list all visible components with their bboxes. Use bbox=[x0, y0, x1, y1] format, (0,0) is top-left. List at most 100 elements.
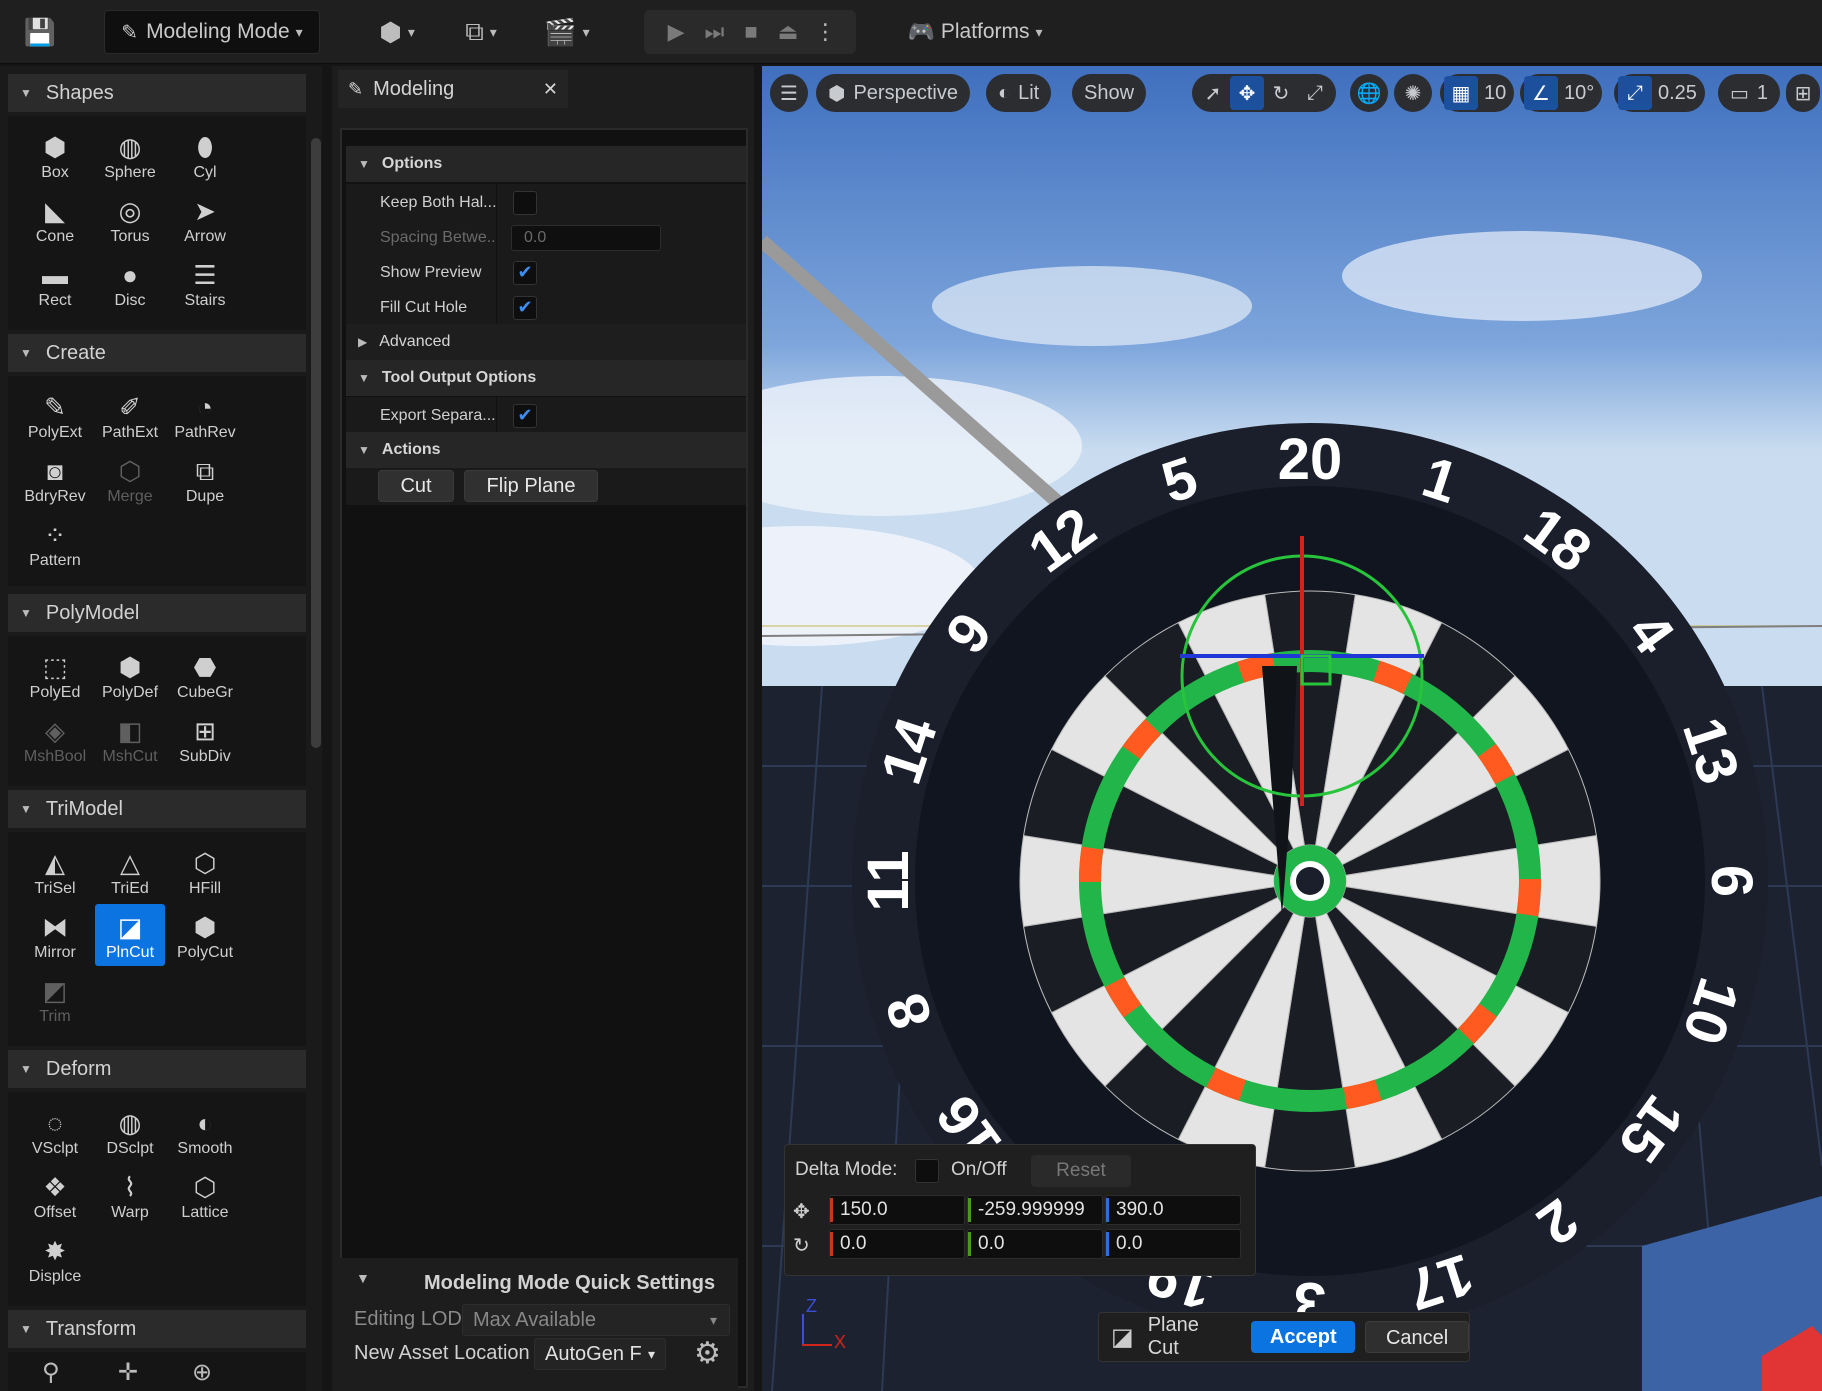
tool-trisel[interactable]: ◭ TriSel bbox=[20, 846, 90, 908]
tool-arrow[interactable]: ➤ Arrow bbox=[170, 194, 240, 256]
export-separate-checkbox[interactable]: ✔ bbox=[513, 403, 537, 428]
gear-icon[interactable]: ⚙ bbox=[694, 1336, 721, 1371]
cut-button[interactable]: Cut bbox=[378, 470, 454, 502]
tool-sphere[interactable]: ◍ Sphere bbox=[95, 130, 165, 192]
tool-pathrev[interactable]: ◔ PathRev bbox=[170, 390, 240, 452]
surface-snap-toggle[interactable]: ✺ bbox=[1394, 74, 1432, 112]
more-options-icon[interactable]: ⋮ bbox=[814, 19, 836, 45]
tool-disc[interactable]: ● Disc bbox=[95, 258, 165, 320]
tool-cubegr[interactable]: ⬣ CubeGr bbox=[170, 650, 240, 712]
stop-icon[interactable]: ■ bbox=[744, 19, 757, 45]
tool-rect[interactable]: ▬ Rect bbox=[20, 258, 90, 320]
collapse-icon[interactable]: ▼ bbox=[356, 1270, 370, 1286]
play-icon[interactable]: ▶ bbox=[668, 19, 685, 45]
rotate-x-field[interactable]: 0.0 bbox=[829, 1229, 965, 1259]
grid-snap-control[interactable]: ▦ 10 bbox=[1440, 74, 1515, 112]
category-polymodel[interactable]: ▼ PolyModel bbox=[8, 594, 306, 632]
rotate-snap-control[interactable]: ∠ 10° bbox=[1520, 74, 1603, 112]
tool-offset[interactable]: ❖ Offset bbox=[20, 1170, 90, 1232]
rotate-mode-icon[interactable]: ↻ bbox=[1264, 76, 1298, 110]
blueprint-button[interactable]: ⧉ ▾ bbox=[450, 10, 512, 54]
advance-frame-icon[interactable]: ⏭ bbox=[705, 19, 725, 45]
save-icon[interactable]: 💾 bbox=[18, 10, 62, 54]
scale-mode-icon[interactable]: ⤢ bbox=[1298, 76, 1332, 110]
section-actions[interactable]: ▼ Actions bbox=[346, 432, 746, 468]
transform-tool-icon[interactable]: ⊕ bbox=[192, 1358, 212, 1387]
eject-icon[interactable]: ⏏ bbox=[778, 19, 799, 45]
tool-lattice[interactable]: ⬡ Lattice bbox=[170, 1170, 240, 1232]
rotate-y-field[interactable]: 0.0 bbox=[967, 1229, 1103, 1259]
tool-smooth[interactable]: ◐ Smooth bbox=[170, 1106, 240, 1168]
close-icon[interactable]: ✕ bbox=[543, 79, 558, 100]
select-mode-icon[interactable]: ➚ bbox=[1196, 76, 1230, 110]
translate-x-field[interactable]: 150.0 bbox=[829, 1195, 965, 1225]
reset-button[interactable]: Reset bbox=[1031, 1155, 1131, 1187]
tool-label: PlnCut bbox=[105, 944, 155, 961]
delta-mode-checkbox[interactable] bbox=[915, 1159, 939, 1183]
mode-selector[interactable]: ✎ Modeling Mode ▾ bbox=[104, 10, 320, 54]
viewport-layout-button[interactable]: ⊞ bbox=[1786, 74, 1820, 112]
tool-polyed[interactable]: ⬚ PolyEd bbox=[20, 650, 90, 712]
translate-y-field[interactable]: -259.999999 bbox=[967, 1195, 1103, 1225]
tool-plncut[interactable]: ◪ PlnCut bbox=[95, 904, 165, 966]
tool-label: PolyExt bbox=[27, 424, 83, 441]
tool-bdryrev[interactable]: ◙ BdryRev bbox=[20, 454, 90, 516]
tool-tried[interactable]: △ TriEd bbox=[95, 846, 165, 908]
transform-tool-icon[interactable]: ✛ bbox=[118, 1358, 138, 1387]
rotate-z-field[interactable]: 0.0 bbox=[1105, 1229, 1241, 1259]
tool-box[interactable]: ⬢ Box bbox=[20, 130, 90, 192]
cinematics-button[interactable]: 🎬 ▾ bbox=[536, 10, 598, 54]
tool-polycut[interactable]: ⬢ PolyCut bbox=[170, 910, 240, 972]
tool-subdiv[interactable]: ⊞ SubDiv bbox=[170, 714, 240, 776]
tool-vsclpt[interactable]: ◌ VSclpt bbox=[20, 1106, 90, 1168]
tool-polydef[interactable]: ⬢ PolyDef bbox=[95, 650, 165, 712]
cloud bbox=[932, 266, 1252, 346]
tool-displace[interactable]: ✸ Displce bbox=[20, 1234, 90, 1296]
editing-lod-dropdown[interactable]: Max Available ▾ bbox=[462, 1304, 730, 1336]
spacing-between-field[interactable]: 0.0 bbox=[511, 224, 661, 251]
fill-cut-hole-checkbox[interactable]: ✔ bbox=[513, 295, 537, 320]
category-transform[interactable]: ▼ Transform bbox=[8, 1310, 306, 1348]
tool-warp[interactable]: ⌇ Warp bbox=[95, 1170, 165, 1232]
section-tool-output-options[interactable]: ▼ Tool Output Options bbox=[346, 360, 746, 396]
section-label: Options bbox=[381, 155, 443, 172]
tool-polyext[interactable]: ✎ PolyExt bbox=[20, 390, 90, 452]
lit-button[interactable]: ◐ Lit bbox=[986, 74, 1052, 112]
keep-both-halves-checkbox[interactable] bbox=[513, 190, 537, 215]
tool-pattern[interactable]: ⁘ Pattern bbox=[20, 518, 90, 580]
viewport-menu-button[interactable]: ☰ bbox=[770, 74, 808, 112]
property-label: Fill Cut Hole bbox=[380, 298, 468, 316]
tool-pathext[interactable]: ✐ PathExt bbox=[95, 390, 165, 452]
flip-plane-button[interactable]: Flip Plane bbox=[464, 470, 598, 502]
tool-dupe[interactable]: ⧉ Dupe bbox=[170, 454, 240, 516]
section-options[interactable]: ▼ Options bbox=[346, 146, 746, 182]
category-create[interactable]: ▼ Create bbox=[8, 334, 306, 372]
category-shapes[interactable]: ▼ Shapes bbox=[8, 74, 306, 112]
tool-cone[interactable]: ◣ Cone bbox=[20, 194, 90, 256]
tool-cyl[interactable]: ⬮ Cyl bbox=[170, 130, 240, 192]
tool-stairs[interactable]: ☰ Stairs bbox=[170, 258, 240, 320]
transform-tool-icon[interactable]: ⚲ bbox=[42, 1358, 60, 1387]
world-local-toggle[interactable]: 🌐 bbox=[1350, 74, 1388, 112]
category-deform[interactable]: ▼ Deform bbox=[8, 1050, 306, 1088]
tool-hfill[interactable]: ⬡ HFill bbox=[170, 846, 240, 908]
show-preview-checkbox[interactable]: ✔ bbox=[513, 260, 537, 285]
perspective-button[interactable]: ⬢ Perspective bbox=[816, 74, 970, 112]
section-advanced[interactable]: ▶ Advanced bbox=[346, 324, 746, 360]
tool-dsclpt[interactable]: ◍ DSclpt bbox=[95, 1106, 165, 1168]
palette-scrollbar[interactable] bbox=[311, 138, 321, 748]
platforms-button[interactable]: 🎮 Platforms ▾ bbox=[900, 10, 1050, 54]
accept-button[interactable]: Accept bbox=[1251, 1321, 1356, 1353]
translate-z-field[interactable]: 390.0 bbox=[1105, 1195, 1241, 1225]
show-button[interactable]: Show bbox=[1072, 74, 1147, 112]
translate-mode-icon[interactable]: ✥ bbox=[1230, 76, 1264, 110]
scale-snap-control[interactable]: ⤢ 0.25 bbox=[1614, 74, 1705, 112]
camera-speed-control[interactable]: ▭ 1 bbox=[1718, 74, 1781, 112]
category-trimodel[interactable]: ▼ TriModel bbox=[8, 790, 306, 828]
tool-torus[interactable]: ◎ Torus bbox=[95, 194, 165, 256]
add-content-button[interactable]: ⬢ ▾ bbox=[366, 10, 428, 54]
cancel-button[interactable]: Cancel bbox=[1365, 1321, 1469, 1353]
asset-location-dropdown[interactable]: AutoGen Fc ▾ bbox=[534, 1338, 666, 1370]
tab-modeling[interactable]: ✎ Modeling ✕ bbox=[338, 70, 568, 108]
tool-mirror[interactable]: ⧓ Mirror bbox=[20, 910, 90, 972]
